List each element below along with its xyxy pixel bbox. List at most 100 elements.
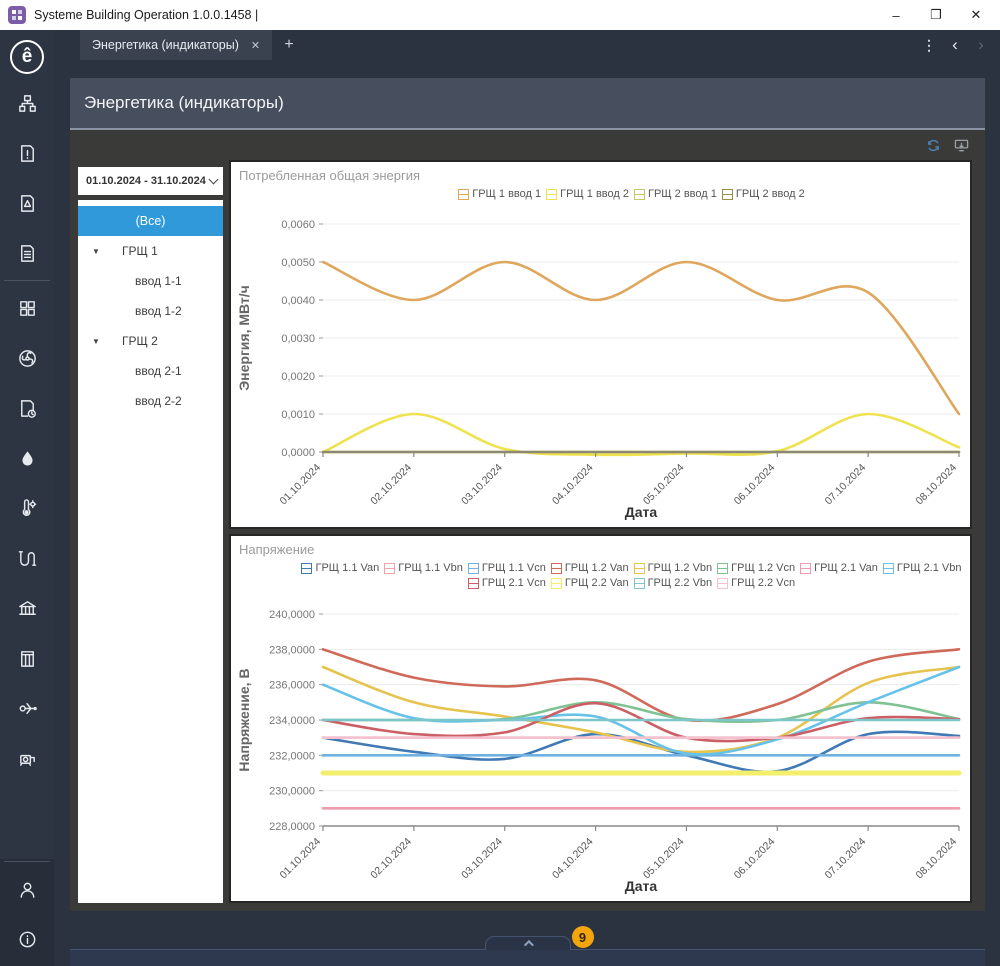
legend-item[interactable]: ГРЩ 1.2 Vcn: [717, 562, 795, 574]
window-title: Systeme Building Operation 1.0.0.1458 |: [34, 8, 259, 22]
legend-item[interactable]: ГРЩ 2.2 Van: [550, 577, 629, 589]
tab-energetika[interactable]: Энергетика (индикаторы) ✕: [80, 30, 273, 60]
document-list-icon: [20, 244, 34, 262]
svg-text:02.10.2024: 02.10.2024: [368, 462, 414, 508]
svg-text:232,0000: 232,0000: [269, 750, 315, 762]
date-range-select[interactable]: 01.10.2024 - 31.10.2024: [78, 167, 223, 195]
tree-item[interactable]: ввод 2-1: [78, 356, 223, 386]
legend-item[interactable]: ГРЩ 1 ввод 2: [546, 188, 629, 200]
nav-back-icon[interactable]: ‹: [944, 35, 966, 55]
date-range-value: 01.10.2024 - 31.10.2024: [86, 175, 206, 187]
voltage-chart-panel: Напряжение ГРЩ 1.1 Van ГРЩ 1.1 Vbn ГРЩ 1.1…: [229, 534, 972, 903]
svg-text:05.10.2024: 05.10.2024: [641, 836, 687, 882]
tree-item[interactable]: ввод 2-2: [78, 386, 223, 416]
site-hierarchy-icon: [18, 94, 36, 112]
legend-label: ГРЩ 1.2 Van: [564, 562, 629, 574]
svg-text:0,0000: 0,0000: [281, 447, 315, 459]
document-alert-icon: [20, 144, 34, 162]
legend-item[interactable]: ГРЩ 1.2 Vbn: [633, 562, 713, 574]
legend-label: ГРЩ 1.1 Vbn: [398, 562, 463, 574]
filter-panel: 01.10.2024 - 31.10.2024 (Все) ▼ ГРЩ 1 ввод …: [78, 160, 223, 903]
sidebar-item-water[interactable]: [0, 433, 54, 483]
svg-text:04.10.2024: 04.10.2024: [550, 462, 596, 508]
sidebar-item-alarms[interactable]: [0, 128, 54, 178]
sidebar-item-info[interactable]: [0, 914, 54, 964]
legend-label: ГРЩ 2 ввод 2: [735, 188, 805, 200]
dashboard-grid-icon: [19, 300, 35, 316]
export-icon[interactable]: [952, 137, 970, 153]
chevron-up-icon: [523, 939, 534, 950]
new-tab-button[interactable]: +: [272, 30, 306, 60]
legend-item[interactable]: ГРЩ 2.1 Vcn: [467, 577, 546, 589]
legend-item[interactable]: ГРЩ 1.1 Vcn: [467, 562, 546, 574]
svg-text:230,0000: 230,0000: [269, 786, 315, 798]
tree-item-label: ввод 1-2: [135, 304, 182, 318]
sidebar-item-building[interactable]: [0, 583, 54, 633]
sidebar-item-user[interactable]: [0, 864, 54, 914]
tree-item-label: ГРЩ 1: [122, 244, 158, 258]
sidebar-item-reports[interactable]: [0, 228, 54, 278]
legend-label: ГРЩ 2.1 Vcn: [481, 577, 546, 589]
sidebar-item-temperature[interactable]: [0, 483, 54, 533]
svg-text:0,0010: 0,0010: [281, 409, 315, 421]
legend-item[interactable]: ГРЩ 1.1 Vbn: [384, 562, 463, 574]
svg-text:06.10.2024: 06.10.2024: [732, 462, 778, 508]
maximize-button[interactable]: ❐: [916, 1, 956, 29]
tab-label: Энергетика (индикаторы): [92, 38, 239, 52]
alarm-panel-toggle[interactable]: 9: [484, 926, 594, 950]
pump-icon: [19, 754, 35, 766]
sidebar-item-pump[interactable]: [0, 733, 54, 783]
legend-item[interactable]: ГРЩ 2 ввод 1: [634, 188, 717, 200]
tree-item[interactable]: ввод 1-2: [78, 296, 223, 326]
sidebar-item-events[interactable]: [0, 178, 54, 228]
flow-split-icon: [19, 702, 37, 714]
legend-marker-icon: [633, 577, 645, 589]
legend-item[interactable]: ГРЩ 2.1 Vbn: [882, 562, 962, 574]
sidebar-item-dashboards[interactable]: [0, 283, 54, 333]
svg-text:0,0060: 0,0060: [281, 219, 315, 231]
tree-caret-icon[interactable]: ▼: [92, 247, 100, 256]
legend-item[interactable]: ГРЩ 1.2 Van: [550, 562, 629, 574]
sidebar-item-plumbing[interactable]: [0, 533, 54, 583]
svg-text:01.10.2024: 01.10.2024: [277, 462, 323, 508]
nav-forward-icon[interactable]: ›: [970, 35, 992, 55]
sidebar-item-hvac[interactable]: [0, 333, 54, 383]
pipes-icon: [18, 550, 36, 566]
tab-close-icon[interactable]: ✕: [251, 39, 260, 52]
sidebar-item-distribution[interactable]: [0, 683, 54, 733]
legend-label: ГРЩ 1.1 Van: [315, 562, 380, 574]
sidebar-item-elevator[interactable]: [0, 633, 54, 683]
legend-marker-icon: [634, 188, 645, 200]
tree-item[interactable]: ввод 1-1: [78, 266, 223, 296]
svg-text:03.10.2024: 03.10.2024: [459, 836, 505, 882]
fan-icon: [18, 349, 36, 367]
tab-menu-icon[interactable]: ⋮: [918, 37, 940, 54]
voltage-chart-plot: 228,0000 230,0000 232,0000 234,0000 236,0000…: [236, 609, 962, 894]
tree-caret-icon[interactable]: ▼: [92, 337, 100, 346]
legend-item[interactable]: ГРЩ 1 ввод 1: [458, 188, 541, 200]
systeme-logo-icon[interactable]: ê: [10, 40, 44, 74]
refresh-icon[interactable]: [924, 137, 942, 153]
tree-item[interactable]: ▼ ГРЩ 2: [78, 326, 223, 356]
legend-item[interactable]: ГРЩ 2.2 Vbn: [633, 577, 712, 589]
tree-item[interactable]: ▼ ГРЩ 1: [78, 236, 223, 266]
svg-text:01.10.2024: 01.10.2024: [277, 836, 323, 882]
legend-label: ГРЩ 1.2 Vbn: [647, 562, 713, 574]
close-button[interactable]: ✕: [956, 1, 996, 29]
legend-item[interactable]: ГРЩ 2.1 Van: [800, 562, 878, 574]
title-bar: Systeme Building Operation 1.0.0.1458 | …: [0, 0, 1000, 30]
sidebar-item-doc-sync[interactable]: [0, 383, 54, 433]
legend-item[interactable]: ГРЩ 2 ввод 2: [721, 188, 805, 200]
minimize-button[interactable]: –: [876, 1, 916, 29]
document-sync-icon: [20, 399, 36, 418]
alarm-count-badge: 9: [571, 926, 594, 948]
legend-item[interactable]: ГРЩ 2.2 Vcn: [717, 577, 795, 589]
svg-text:03.10.2024: 03.10.2024: [459, 462, 505, 508]
charts-column: Потребленная общая энергия ГРЩ 1 ввод 1Г…: [229, 160, 972, 903]
sidebar-item-site-hierarchy[interactable]: [0, 78, 54, 128]
legend-item[interactable]: ГРЩ 1.1 Van: [301, 562, 379, 574]
legend-label: ГРЩ 1.2 Vcn: [731, 562, 796, 574]
tree-item[interactable]: (Все): [78, 206, 223, 236]
legend-marker-icon: [882, 562, 894, 574]
energy-chart-plot: 0,0000 0,0010 0,0020 0,0030 0,0040 0,0050 0,00…: [236, 219, 961, 520]
